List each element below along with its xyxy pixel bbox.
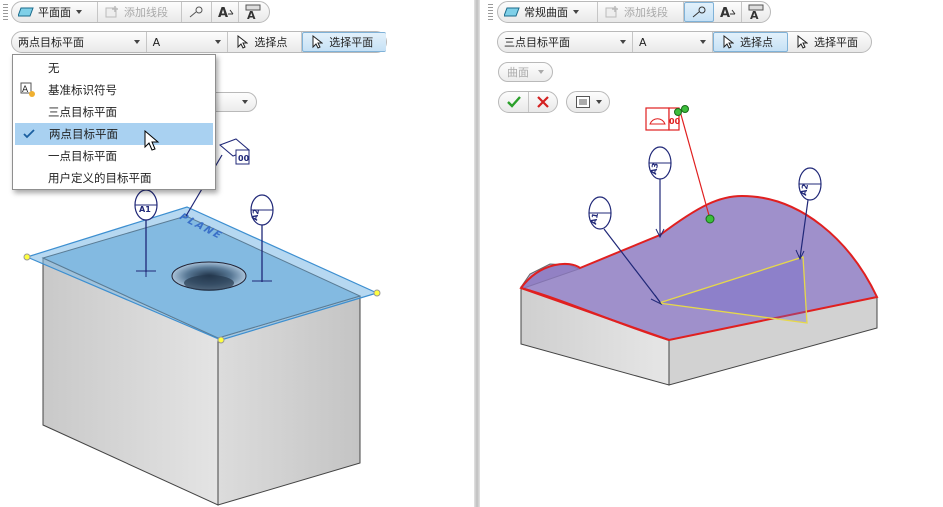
checkmark-icon <box>21 126 37 142</box>
left-pane: 平面面 添加线段 A A 两点目标平面 A 选择点 选择平面 PLANE A1 … <box>0 0 474 507</box>
menu-item-two-point[interactable]: 两点目标平面 <box>15 123 213 145</box>
menu-item-user-defined[interactable]: 用户定义的目标平面 <box>14 167 214 189</box>
datum-symbol-icon: A <box>20 82 36 98</box>
menu-item-three-point[interactable]: 三点目标平面 <box>14 101 214 123</box>
frame-symbol: 00 <box>669 117 681 126</box>
callout-a3[interactable]: A3 <box>648 146 672 239</box>
callout-a1-label: A1 <box>139 205 151 214</box>
right-pane: 常规曲面 添加线段 A A 三点目标平面 A 选择点 选择平面 曲面 A1 A3… <box>480 0 943 507</box>
menu-item-none[interactable]: 无 <box>14 57 214 79</box>
mouse-cursor-icon <box>144 130 160 151</box>
svg-text:00: 00 <box>238 154 250 163</box>
menu-item-one-point[interactable]: 一点目标平面 <box>14 145 214 167</box>
target-type-dropdown: 无 A 基准标识符号 三点目标平面 两点目标平面 一点目标平面 用户定义的目标平… <box>12 54 216 190</box>
right-model-viewport[interactable]: A1 A3 A2 00 <box>480 0 943 507</box>
svg-text:A: A <box>22 85 29 95</box>
menu-item-datum-symbol[interactable]: A 基准标识符号 <box>14 79 214 101</box>
